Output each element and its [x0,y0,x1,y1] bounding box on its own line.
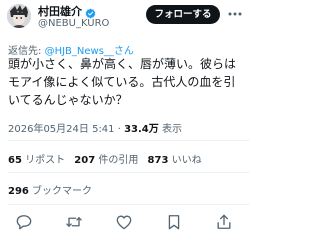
views-count: 33.4万 [124,124,159,135]
reposts-stat[interactable]: 65 リポスト [8,155,65,166]
bookmark-icon[interactable] [164,212,184,232]
verified-badge-icon [85,4,96,19]
more-icon[interactable] [226,6,244,22]
user-name[interactable]: 村田雄介 [38,3,82,19]
quotes-stat[interactable]: 207 件の引用 [74,155,138,166]
user-handle[interactable]: @NEBU_KURO [38,18,109,29]
reposts-count: 65 [8,155,22,166]
follow-button[interactable]: フォローする [146,5,220,24]
meta-separator: · [114,124,125,135]
divider [8,172,250,173]
post-timestamp[interactable]: 2026年05月24日 5:41 [8,124,115,135]
bookmarks-label: ブックマーク [28,186,93,197]
likes-count: 873 [147,155,169,166]
like-icon[interactable] [114,212,134,232]
likes-label: いいね [168,155,202,166]
divider [8,204,250,205]
engagement-stats: 65 リポスト 207 件の引用 873 いいね [8,151,208,166]
repost-icon[interactable] [64,212,84,232]
bookmarks-count: 296 [8,186,29,197]
divider [8,140,250,141]
action-bar [0,212,250,236]
post-meta: 2026年05月24日 5:41 · 33.4万 表示 [8,120,182,135]
reply-icon[interactable] [14,212,34,232]
reposts-label: リポスト [21,155,66,166]
share-icon[interactable] [214,212,234,232]
likes-stat[interactable]: 873 いいね [148,155,202,166]
quotes-count: 207 [74,155,96,166]
views-label: 表示 [158,124,182,135]
user-avatar[interactable] [7,4,31,28]
post-header: 村田雄介 @NEBU_KURO フォローする [0,0,250,34]
bookmarks-stat[interactable]: 296 ブックマーク [8,182,92,197]
post-text: 頭が小さく、鼻が高く、唇が薄い。彼らはモアイ像によく似ている。古代人の血を引いて… [8,57,237,107]
quotes-label: 件の引用 [95,155,139,166]
